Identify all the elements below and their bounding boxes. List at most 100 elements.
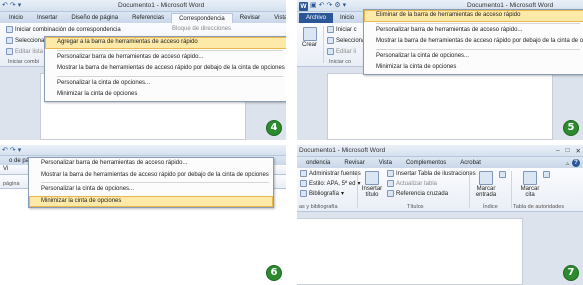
cross-reference-label: Referencia cruzada (396, 190, 449, 197)
document-page[interactable] (297, 218, 523, 285)
tab-vista[interactable]: Vista (267, 13, 286, 23)
menu-item-customize-ribbon[interactable]: Personalizar la cinta de opciones... (45, 78, 286, 90)
menu-item-customize-qat[interactable]: Personalizar barra de herramientas de ac… (45, 52, 286, 64)
dropdown-arrow-icon[interactable]: ▾ (343, 1, 347, 11)
window-controls: – □ ✕ (556, 147, 581, 155)
panel-step-5: W ▣ ↶ ↷ ⚙ ▾ Documento1 - Microsoft Word … (297, 0, 583, 140)
menu-item-customize-qat[interactable]: Personalizar barra de herramientas de ac… (29, 158, 273, 170)
tab-insertar[interactable]: Insertar (30, 13, 64, 23)
window-title: Documento1 - Microsoft Word (118, 2, 205, 9)
mark-entry-button[interactable]: Marcar entrada (475, 171, 497, 198)
insert-index-icon[interactable] (499, 171, 506, 178)
redo-icon[interactable]: ↷ (10, 1, 16, 11)
mark-citation-button[interactable]: Marcar cita (519, 171, 541, 198)
tab-inicio[interactable]: Inicio (333, 13, 361, 23)
start-merge-button[interactable]: Iniciar c (327, 26, 357, 33)
minimize-icon[interactable]: – (556, 147, 560, 155)
menu-item-show-qat-below[interactable]: Mostrar la barra de herramientas de acce… (29, 170, 273, 182)
undo-icon[interactable]: ↶ (2, 1, 8, 11)
bibliography-icon (300, 190, 307, 197)
maximize-icon[interactable]: □ (566, 147, 570, 155)
quick-access-toolbar: W ▣ ↶ ↷ ⚙ ▾ (299, 1, 346, 11)
redo-icon[interactable]: ↷ (327, 1, 333, 11)
tab-revisar[interactable]: Revisar (233, 13, 267, 23)
authorities-extra-icons (543, 171, 550, 178)
document-page[interactable] (327, 73, 553, 140)
group-titles-label: Títulos (407, 204, 424, 210)
collapse-ribbon-icon[interactable]: ▵ (566, 160, 569, 167)
step-badge: 6 (266, 265, 282, 281)
tab-archivo[interactable]: Archivo (299, 13, 334, 23)
cross-reference-button[interactable]: Referencia cruzada (387, 190, 448, 197)
qat-extra-icon[interactable]: ⚙ (334, 1, 340, 11)
title-bar: ↶ ↷ ▾ (0, 145, 286, 156)
update-table-label: Actualizar tabla (396, 180, 438, 187)
menu-separator (57, 75, 283, 77)
bibliography-label: Bibliografía (309, 190, 340, 197)
panel-step-6: ↶ ↷ ▾ o de página Vi página Personalizar… (0, 145, 286, 285)
create-button[interactable]: Crear (302, 27, 317, 48)
insert-table-of-figures-button[interactable]: Insertar Tabla de ilustraciones (387, 170, 476, 177)
tab-correspondencia[interactable]: Correspondencia (171, 13, 233, 23)
qat-context-menu: Eliminar de la barra de herramientas de … (363, 9, 583, 75)
address-block-label: Bloque de direcciones (172, 26, 232, 32)
ribbon: Administrar fuentes Estilo: APA, 5ª ed ▾… (297, 168, 583, 212)
document-icon (327, 26, 334, 33)
select-recipients-button[interactable]: Selecciona (6, 37, 44, 44)
address-block-button[interactable]: Bloque de direcciones (172, 26, 231, 32)
menu-item-customize-ribbon[interactable]: Personalizar la cinta de opciones... (364, 51, 583, 63)
tab-complementos[interactable]: Complementos (399, 158, 453, 168)
document-area (297, 212, 583, 285)
insert-caption-button[interactable]: Insertar título (361, 171, 383, 198)
tab-diseno[interactable]: Diseño de página (64, 13, 125, 23)
menu-item-minimize-ribbon[interactable]: Minimizar la cinta de opciones (29, 195, 273, 207)
tab-revisar[interactable]: Revisar (337, 158, 371, 168)
insert-caption-label: Insertar título (361, 186, 383, 198)
group-index-label: Índice (483, 204, 498, 210)
menu-separator (376, 48, 580, 50)
cross-reference-icon (387, 190, 394, 197)
undo-icon[interactable]: ↶ (319, 1, 325, 11)
edit-list-button[interactable]: Editar lista (6, 48, 43, 55)
ribbon-fragment: Vi (3, 166, 9, 172)
dropdown-arrow-icon[interactable]: ▾ (18, 146, 22, 156)
select-recipients-button[interactable]: Selecciona (327, 37, 365, 44)
menu-item-show-qat-below[interactable]: Mostrar la barra de herramientas de acce… (45, 63, 286, 75)
menu-item-remove-from-qat[interactable]: Eliminar de la barra de herramientas de … (364, 10, 583, 22)
menu-item-show-qat-below[interactable]: Mostrar la barra de herramientas de acce… (364, 36, 583, 48)
tab-referencias[interactable]: Referencias (125, 13, 171, 23)
tab-vista[interactable]: Vista (372, 158, 399, 168)
bibliography-button[interactable]: Bibliografía ▾ (300, 190, 344, 197)
mark-citation-label: Marcar cita (520, 186, 540, 198)
select-label: Selecciona (336, 37, 366, 44)
qat-context-menu: Agregar a la barra de herramientas de ac… (44, 36, 286, 102)
update-table-button[interactable]: Actualizar tabla (387, 180, 437, 187)
menu-item-customize-ribbon[interactable]: Personalizar la cinta de opciones... (29, 184, 273, 196)
word-logo-icon: W (299, 1, 308, 11)
tab-inicio[interactable]: Inicio (2, 13, 30, 23)
help-icon[interactable]: ? (572, 159, 580, 167)
title-bar: Documento1 - Microsoft Word – □ ✕ (297, 145, 583, 157)
recipients-icon (327, 37, 334, 44)
tab-correspondencia[interactable]: ondencia (299, 158, 337, 168)
style-dropdown[interactable]: Estilo: APA, 5ª ed ▾ (300, 180, 360, 187)
caption-icon (365, 171, 379, 185)
insert-authorities-icon[interactable] (543, 171, 550, 178)
edit-list-button[interactable]: Editar li (327, 48, 356, 55)
step-badge: 7 (563, 265, 579, 281)
menu-item-add-to-qat[interactable]: Agregar a la barra de herramientas de ac… (45, 37, 286, 49)
select-label: Selecciona (15, 37, 45, 44)
menu-item-customize-qat[interactable]: Personalizar barra de herramientas de ac… (364, 25, 583, 37)
menu-item-minimize-ribbon[interactable]: Minimizar la cinta de opciones (364, 62, 583, 74)
tab-acrobat[interactable]: Acrobat (453, 158, 488, 168)
undo-icon[interactable]: ↶ (2, 146, 8, 156)
manage-sources-button[interactable]: Administrar fuentes (300, 170, 361, 177)
redo-icon[interactable]: ↷ (10, 146, 16, 156)
start-merge-button[interactable]: Iniciar combinación de correspondencia (6, 26, 121, 33)
menu-item-minimize-ribbon[interactable]: Minimizar la cinta de opciones (45, 89, 286, 101)
ribbon-right-controls: ▵ ? (566, 158, 583, 168)
save-icon[interactable]: ▣ (310, 1, 317, 11)
close-icon[interactable]: ✕ (576, 147, 581, 155)
dropdown-arrow-icon[interactable]: ▾ (18, 1, 22, 11)
envelope-icon (302, 27, 317, 41)
